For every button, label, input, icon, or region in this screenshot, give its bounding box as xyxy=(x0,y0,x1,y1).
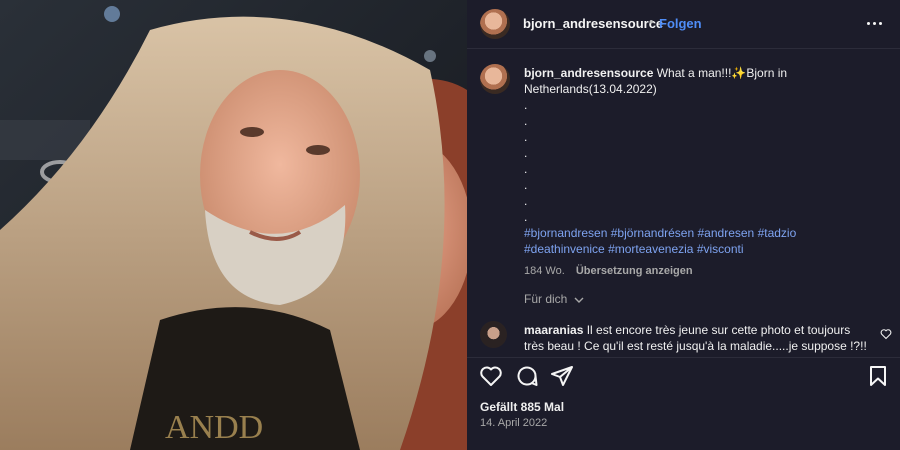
caption-dot: . xyxy=(524,98,528,112)
hashtag-link[interactable]: #björnandrésen xyxy=(611,226,694,240)
caption-dots: . . . . . . . . xyxy=(524,97,864,225)
bookmark-icon[interactable] xyxy=(866,364,890,388)
for-you-toggle[interactable]: Für dich xyxy=(524,292,584,306)
likes-count[interactable]: Gefällt 885 Mal xyxy=(480,400,564,414)
post-date: 14. April 2022 xyxy=(480,417,548,429)
post-photo[interactable]: ANDD xyxy=(0,0,467,450)
svg-text:ANDD: ANDD xyxy=(165,409,263,446)
comment-icon[interactable] xyxy=(515,364,539,388)
translate-button[interactable]: Übersetzung anzeigen xyxy=(576,265,693,277)
hashtag-link[interactable]: #bjornandresen xyxy=(524,226,607,240)
caption-dot: . xyxy=(524,130,528,144)
author-username[interactable]: bjorn_andresensource xyxy=(523,16,663,31)
caption-dot: . xyxy=(524,194,528,208)
post-details-panel: bjorn_andresensource • Folgen bjorn_andr… xyxy=(467,0,900,450)
action-bar xyxy=(467,357,900,392)
follow-button[interactable]: Folgen xyxy=(659,16,702,31)
hashtag-link[interactable]: #morteavenezia xyxy=(608,242,693,256)
photo-illustration: ANDD xyxy=(0,0,467,450)
more-options-icon[interactable] xyxy=(864,12,886,34)
caption-username[interactable]: bjorn_andresensource xyxy=(524,66,653,80)
post-header: bjorn_andresensource • Folgen xyxy=(467,0,900,49)
author-avatar[interactable] xyxy=(480,9,510,39)
caption-meta: 184 Wo. Übersetzung anzeigen xyxy=(524,263,864,279)
hashtag-link[interactable]: #visconti xyxy=(697,242,744,256)
hashtag-link[interactable]: #tadzio xyxy=(758,226,797,240)
comment-like-icon[interactable] xyxy=(880,328,892,340)
header-separator: • xyxy=(649,14,654,29)
hashtags: #bjornandresen #björnandrésen #andresen … xyxy=(524,225,864,257)
caption-dot: . xyxy=(524,162,528,176)
caption-dot: . xyxy=(524,210,528,224)
caption-dot: . xyxy=(524,114,528,128)
post-age: 184 Wo. xyxy=(524,265,565,277)
caption-dot: . xyxy=(524,146,528,160)
hashtag-link[interactable]: #andresen xyxy=(698,226,755,240)
heart-icon[interactable] xyxy=(479,364,503,388)
commenter-avatar[interactable] xyxy=(480,321,507,348)
caption-avatar[interactable] xyxy=(480,64,510,94)
share-icon[interactable] xyxy=(550,364,574,388)
hashtag-link[interactable]: #deathinvenice xyxy=(524,242,605,256)
commenter-username[interactable]: maaranias xyxy=(524,323,583,337)
for-you-label: Für dich xyxy=(524,292,568,306)
chevron-down-icon xyxy=(574,297,584,303)
caption-dot: . xyxy=(524,178,528,192)
